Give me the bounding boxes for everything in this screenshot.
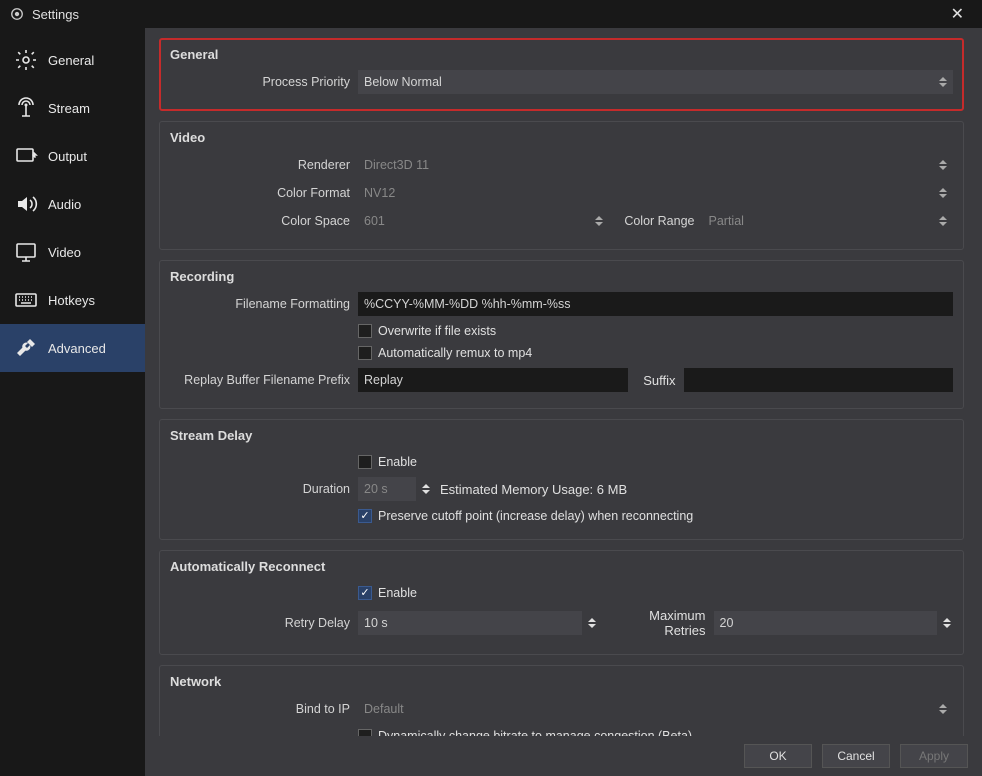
app-icon bbox=[10, 7, 24, 21]
retry-delay-input[interactable] bbox=[358, 611, 582, 635]
renderer-value: Direct3D 11 bbox=[364, 158, 429, 172]
color-format-label: Color Format bbox=[170, 186, 350, 200]
color-format-select[interactable]: NV12 bbox=[358, 181, 953, 205]
color-range-label: Color Range bbox=[617, 214, 695, 228]
monitor-icon bbox=[14, 240, 38, 264]
renderer-select[interactable]: Direct3D 11 bbox=[358, 153, 953, 177]
section-recording: Recording Filename Formatting Overwrite … bbox=[159, 260, 964, 409]
overwrite-checkbox[interactable]: Overwrite if file exists bbox=[358, 324, 496, 338]
section-auto-reconnect: Automatically Reconnect Enable Retry Del… bbox=[159, 550, 964, 655]
preserve-label: Preserve cutoff point (increase delay) w… bbox=[378, 509, 693, 523]
sidebar-label: Output bbox=[48, 149, 87, 164]
sidebar-label: Stream bbox=[48, 101, 90, 116]
section-video: Video Renderer Direct3D 11 Color Format … bbox=[159, 121, 964, 250]
color-range-select[interactable]: Partial bbox=[703, 209, 954, 233]
sidebar-item-output[interactable]: Output bbox=[0, 132, 145, 180]
section-title: Automatically Reconnect bbox=[170, 559, 953, 574]
sidebar-label: Hotkeys bbox=[48, 293, 95, 308]
spinner-icon[interactable] bbox=[420, 479, 432, 499]
filename-formatting-input[interactable] bbox=[358, 292, 953, 316]
dropdown-arrows-icon bbox=[593, 211, 605, 231]
output-icon bbox=[14, 144, 38, 168]
speaker-icon bbox=[14, 192, 38, 216]
section-general: General Process Priority Below Normal bbox=[159, 38, 964, 111]
enable-label: Enable bbox=[378, 455, 417, 469]
titlebar: Settings ✕ bbox=[0, 0, 982, 28]
dropdown-arrows-icon bbox=[937, 72, 949, 92]
sidebar-item-audio[interactable]: Audio bbox=[0, 180, 145, 228]
tools-icon bbox=[14, 336, 38, 360]
sidebar-item-advanced[interactable]: Advanced bbox=[0, 324, 145, 372]
preserve-cutoff-checkbox[interactable]: Preserve cutoff point (increase delay) w… bbox=[358, 509, 693, 523]
color-space-select[interactable]: 601 bbox=[358, 209, 609, 233]
sidebar-item-hotkeys[interactable]: Hotkeys bbox=[0, 276, 145, 324]
sidebar-item-general[interactable]: General bbox=[0, 36, 145, 84]
apply-button[interactable]: Apply bbox=[900, 744, 968, 768]
section-network: Network Bind to IP Default Dynamically c… bbox=[159, 665, 964, 736]
footer: OK Cancel Apply bbox=[145, 736, 982, 776]
duration-label: Duration bbox=[170, 482, 350, 496]
color-format-value: NV12 bbox=[364, 186, 395, 200]
sidebar-label: General bbox=[48, 53, 94, 68]
color-space-label: Color Space bbox=[170, 214, 350, 228]
sidebar-label: Audio bbox=[48, 197, 81, 212]
max-retries-input[interactable] bbox=[714, 611, 938, 635]
enable-label: Enable bbox=[378, 586, 417, 600]
auto-remux-checkbox[interactable]: Automatically remux to mp4 bbox=[358, 346, 532, 360]
spinner-icon[interactable] bbox=[941, 613, 953, 633]
reconnect-enable-checkbox[interactable]: Enable bbox=[358, 586, 417, 600]
stream-delay-enable-checkbox[interactable]: Enable bbox=[358, 455, 417, 469]
renderer-label: Renderer bbox=[170, 158, 350, 172]
section-title: General bbox=[170, 47, 953, 62]
dropdown-arrows-icon bbox=[937, 211, 949, 231]
color-range-value: Partial bbox=[709, 214, 744, 228]
suffix-label: Suffix bbox=[636, 373, 676, 388]
sidebar-label: Advanced bbox=[48, 341, 106, 356]
keyboard-icon bbox=[14, 288, 38, 312]
spinner-icon[interactable] bbox=[586, 613, 598, 633]
retry-delay-label: Retry Delay bbox=[170, 616, 350, 630]
dropdown-arrows-icon bbox=[937, 155, 949, 175]
content-area[interactable]: General Process Priority Below Normal Vi… bbox=[145, 28, 982, 736]
cancel-button[interactable]: Cancel bbox=[822, 744, 890, 768]
dyn-bitrate-label: Dynamically change bitrate to manage con… bbox=[378, 729, 692, 736]
est-memory-label: Estimated Memory Usage: 6 MB bbox=[440, 482, 627, 497]
suffix-input[interactable] bbox=[684, 368, 954, 392]
process-priority-select[interactable]: Below Normal bbox=[358, 70, 953, 94]
bind-ip-value: Default bbox=[364, 702, 404, 716]
replay-prefix-input[interactable] bbox=[358, 368, 628, 392]
antenna-icon bbox=[14, 96, 38, 120]
dropdown-arrows-icon bbox=[937, 699, 949, 719]
section-title: Stream Delay bbox=[170, 428, 953, 443]
dyn-bitrate-checkbox[interactable]: Dynamically change bitrate to manage con… bbox=[358, 729, 692, 736]
ok-button[interactable]: OK bbox=[744, 744, 812, 768]
bind-ip-select[interactable]: Default bbox=[358, 697, 953, 721]
process-priority-label: Process Priority bbox=[170, 75, 350, 89]
sidebar-label: Video bbox=[48, 245, 81, 260]
window-title: Settings bbox=[32, 7, 79, 22]
dropdown-arrows-icon bbox=[937, 183, 949, 203]
close-button[interactable]: ✕ bbox=[943, 4, 972, 24]
duration-input[interactable] bbox=[358, 477, 416, 501]
filename-formatting-label: Filename Formatting bbox=[170, 297, 350, 311]
section-stream-delay: Stream Delay Enable Duration Estimated M… bbox=[159, 419, 964, 540]
sidebar-item-stream[interactable]: Stream bbox=[0, 84, 145, 132]
sidebar: General Stream Output Audio Video Hotkey… bbox=[0, 28, 145, 776]
overwrite-label: Overwrite if file exists bbox=[378, 324, 496, 338]
max-retries-label: Maximum Retries bbox=[606, 608, 706, 638]
gear-icon bbox=[14, 48, 38, 72]
settings-window: Settings ✕ General Stream Output Audio bbox=[0, 0, 982, 776]
color-space-value: 601 bbox=[364, 214, 385, 228]
section-title: Recording bbox=[170, 269, 953, 284]
section-title: Video bbox=[170, 130, 953, 145]
bind-ip-label: Bind to IP bbox=[170, 702, 350, 716]
auto-remux-label: Automatically remux to mp4 bbox=[378, 346, 532, 360]
sidebar-item-video[interactable]: Video bbox=[0, 228, 145, 276]
process-priority-value: Below Normal bbox=[364, 75, 442, 89]
replay-prefix-label: Replay Buffer Filename Prefix bbox=[170, 373, 350, 387]
section-title: Network bbox=[170, 674, 953, 689]
